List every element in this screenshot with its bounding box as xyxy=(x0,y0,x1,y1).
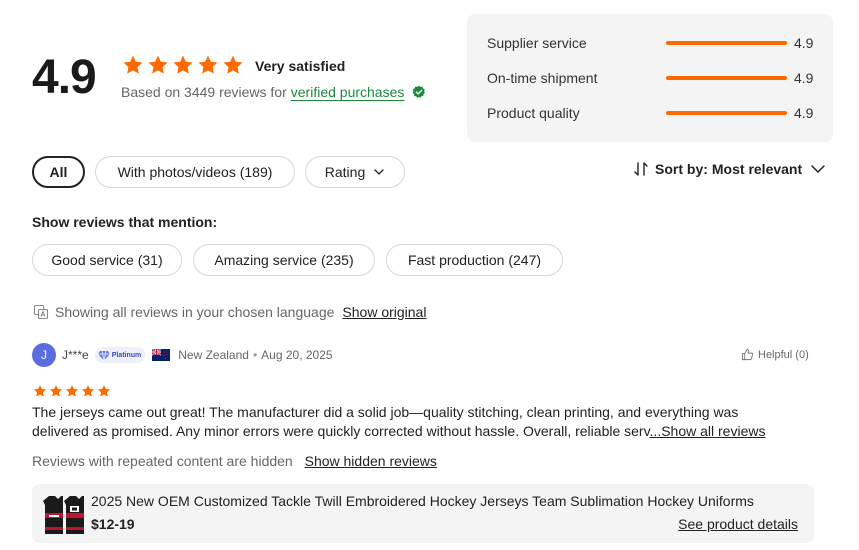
chevron-down-icon xyxy=(374,169,384,175)
metric-on-time-shipment: On-time shipment 4.9 xyxy=(487,68,817,88)
show-original-link[interactable]: Show original xyxy=(342,304,426,320)
star-icon xyxy=(33,385,47,397)
metric-value: 4.9 xyxy=(794,35,814,51)
chevron-down-icon xyxy=(811,165,825,174)
show-hidden-reviews-link[interactable]: Show hidden reviews xyxy=(305,453,437,469)
badge-label: Platinum xyxy=(111,351,142,359)
sort-dropdown[interactable]: Sort by: Most relevant xyxy=(633,161,826,177)
metric-value: 4.9 xyxy=(794,105,814,121)
overall-stars xyxy=(122,54,244,76)
diamond-icon xyxy=(97,350,110,361)
metric-value: 4.9 xyxy=(794,70,814,86)
mentions-title: Show reviews that mention: xyxy=(32,214,218,230)
platinum-badge: Platinum xyxy=(94,347,146,363)
satisfaction-label: Very satisfied xyxy=(255,58,346,74)
metric-bar xyxy=(666,41,787,45)
mention-tag-fast-production[interactable]: Fast production (247) xyxy=(386,244,563,276)
mention-tag-amazing-service[interactable]: Amazing service (235) xyxy=(193,244,375,276)
product-price: $12-19 xyxy=(91,516,135,532)
helpful-label: Helpful (0) xyxy=(758,348,809,361)
star-icon xyxy=(49,385,63,397)
verified-purchases-link[interactable]: verified purchases xyxy=(291,84,405,100)
metric-label: Supplier service xyxy=(487,35,587,51)
rating-breakdown-panel: Supplier service 4.9 On-time shipment 4.… xyxy=(467,14,833,142)
separator-dot: • xyxy=(252,348,258,362)
language-notice-text: Showing all reviews in your chosen langu… xyxy=(55,304,335,320)
metric-label: On-time shipment xyxy=(487,70,598,86)
review-text: The jerseys came out great! The manufact… xyxy=(32,403,822,441)
product-thumbnail xyxy=(40,491,86,537)
star-icon xyxy=(198,55,218,74)
see-product-details-link[interactable]: See product details xyxy=(678,516,798,532)
verified-check-icon xyxy=(413,85,426,98)
new-zealand-flag-icon xyxy=(152,349,171,361)
filter-rating-dropdown[interactable]: Rating xyxy=(305,156,405,188)
review-text-line: delivered as promised. Any minor errors … xyxy=(32,422,822,441)
star-icon xyxy=(97,385,111,397)
hidden-reviews-text: Reviews with repeated content are hidden xyxy=(32,453,293,469)
metric-product-quality: Product quality 4.9 xyxy=(487,103,817,123)
reviewer-info: J J***e Platinum New Zealand • Aug 20, 2… xyxy=(32,343,333,367)
hidden-reviews-notice: Reviews with repeated content are hidden… xyxy=(32,453,437,469)
thumbs-up-icon xyxy=(741,348,754,361)
star-icon xyxy=(123,55,143,74)
star-icon xyxy=(81,385,95,397)
filter-photos-videos-button[interactable]: With photos/videos (189) xyxy=(95,156,295,188)
overall-score: 4.9 xyxy=(32,51,97,104)
star-icon xyxy=(173,55,193,74)
review-date: Aug 20, 2025 xyxy=(261,348,333,362)
sort-arrows-icon xyxy=(634,162,648,176)
metric-supplier-service: Supplier service 4.9 xyxy=(487,33,817,53)
review-stars xyxy=(33,384,111,398)
rating-dropdown-label: Rating xyxy=(324,164,366,180)
reviewer-name: J***e xyxy=(62,348,89,362)
metric-label: Product quality xyxy=(487,105,580,121)
review-text-line: The jerseys came out great! The manufact… xyxy=(32,404,739,420)
metric-bar xyxy=(666,111,787,115)
review-text-truncated: delivered as promised. Any minor errors … xyxy=(32,423,650,439)
star-icon xyxy=(148,55,168,74)
star-icon xyxy=(65,385,79,397)
helpful-button[interactable]: Helpful (0) xyxy=(741,348,809,361)
language-notice: Showing all reviews in your chosen langu… xyxy=(33,304,426,320)
product-title: 2025 New OEM Customized Tackle Twill Emb… xyxy=(91,493,754,509)
translate-icon xyxy=(33,304,49,320)
based-on-text: Based on 3449 reviews for xyxy=(121,84,287,100)
product-card[interactable]: 2025 New OEM Customized Tackle Twill Emb… xyxy=(32,484,814,543)
metric-bar xyxy=(666,76,787,80)
reviews-basis: Based on 3449 reviews for verified purch… xyxy=(121,84,426,100)
reviewer-country: New Zealand xyxy=(178,348,249,362)
show-all-reviews-link[interactable]: ...Show all reviews xyxy=(650,423,766,439)
filter-all-button[interactable]: All xyxy=(32,156,85,188)
sort-prefix: Sort by: xyxy=(655,161,708,177)
mention-tag-good-service[interactable]: Good service (31) xyxy=(32,244,182,276)
star-icon xyxy=(223,55,243,74)
avatar: J xyxy=(32,343,56,367)
sort-value: Most relevant xyxy=(711,161,803,177)
